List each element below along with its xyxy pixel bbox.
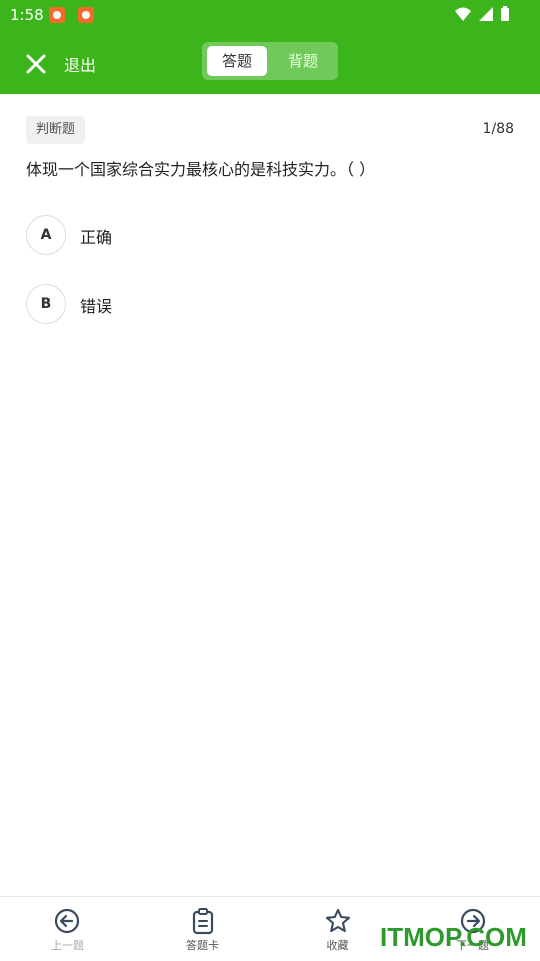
answer-card-button[interactable]: 答题卡 [135,897,270,961]
nav-label: 上一题 [51,939,84,952]
close-icon[interactable] [22,50,50,78]
tab-answer[interactable]: 答题 [207,46,267,76]
nav-label: 答题卡 [186,939,219,952]
top-app-bar: 退出 答题 背题 [0,30,540,94]
option-b[interactable]: B 错误 [26,284,506,324]
mode-segmented-control: 答题 背题 [202,42,338,80]
option-a[interactable]: A 正确 [26,215,506,255]
arrow-left-circle-icon [54,908,80,934]
tab-memorize[interactable]: 背题 [273,46,333,76]
status-bar: 1:58 [0,0,540,30]
option-letter: A [26,215,66,255]
battery-icon [501,6,509,21]
wifi-icon [455,7,471,21]
status-time: 1:58 [10,6,44,24]
star-icon [325,908,351,933]
option-text: 错误 [80,297,113,316]
signal-icon [479,7,493,21]
status-indicators [454,6,510,22]
option-letter: B [26,284,66,324]
clipboard-icon [192,908,214,935]
question-progress: 1/88 [482,121,514,137]
watermark: ITMOP.COM [380,922,527,952]
exit-button[interactable]: 退出 [64,52,96,76]
question-text: 体现一个国家综合实力最核心的是科技实力。（ ） [26,160,376,179]
question-type-tag: 判断题 [26,116,86,144]
prev-question-button[interactable]: 上一题 [0,897,135,961]
option-text: 正确 [80,228,113,247]
notification-app-icon [49,7,65,23]
notification-app-icon [78,7,94,23]
